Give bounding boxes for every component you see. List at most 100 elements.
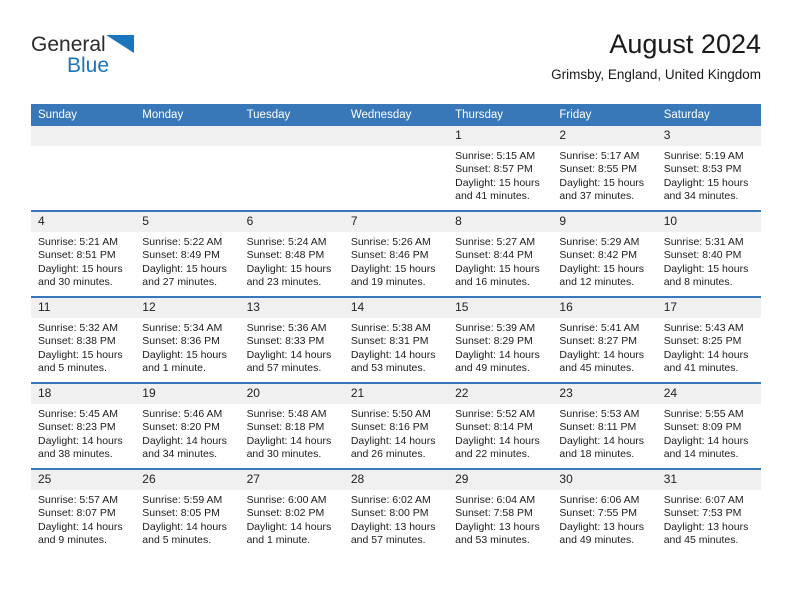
sunrise-time: Sunrise: 6:06 AM	[559, 494, 640, 506]
daylight-duration-line2: and 49 minutes.	[455, 361, 530, 374]
calendar-week-row: 1 Sunrise: 5:15 AM Sunset: 8:57 PM Daylight…	[31, 126, 761, 211]
calendar-day-cell[interactable]: 22 Sunrise: 5:52 AM Sunset: 8:14 PM Dayligh…	[448, 382, 553, 469]
calendar-day-cell[interactable]: 13 Sunrise: 5:36 AM Sunset: 8:33 PM Dayligh…	[239, 296, 344, 383]
daylight-duration-line2: and 16 minutes.	[455, 275, 530, 288]
day-number: 17	[656, 298, 761, 318]
weekday-header-friday: Friday	[552, 104, 657, 126]
sunrise-time: Sunrise: 5:57 AM	[38, 494, 118, 506]
day-number: 15	[448, 298, 553, 318]
sunrise-time: Sunrise: 6:07 AM	[663, 494, 744, 506]
daylight-duration-line2: and 30 minutes.	[38, 275, 113, 288]
daylight-duration-line1: Daylight: 14 hours	[246, 520, 332, 533]
calendar-day-cell[interactable]: 19 Sunrise: 5:46 AM Sunset: 8:20 PM Dayligh…	[135, 382, 240, 469]
day-details: Sunrise: 6:02 AM Sunset: 8:00 PM Daylight:…	[344, 490, 448, 547]
calendar-day-cell[interactable]: 21 Sunrise: 5:50 AM Sunset: 8:16 PM Dayligh…	[343, 382, 449, 469]
weekday-header-thursday: Thursday	[448, 104, 553, 126]
sunset-time: Sunset: 8:31 PM	[350, 335, 429, 348]
calendar-day-cell[interactable]: 3 Sunrise: 5:19 AM Sunset: 8:53 PM Daylight…	[656, 126, 761, 211]
calendar-day-cell[interactable]: 7 Sunrise: 5:26 AM Sunset: 8:46 PM Daylight…	[343, 210, 449, 297]
day-details: Sunrise: 5:22 AM Sunset: 8:49 PM Daylight:…	[135, 232, 239, 289]
calendar-day-cell[interactable]: 14 Sunrise: 5:38 AM Sunset: 8:31 PM Dayligh…	[343, 296, 449, 383]
sunrise-time: Sunrise: 5:38 AM	[350, 322, 431, 334]
sunset-time: Sunset: 8:51 PM	[38, 249, 116, 262]
sunset-time: Sunset: 8:09 PM	[663, 421, 742, 434]
sunrise-time: Sunrise: 5:53 AM	[559, 408, 640, 420]
day-number: 10	[656, 212, 761, 232]
daylight-duration-line1: Daylight: 14 hours	[38, 434, 123, 447]
day-number: 26	[135, 470, 240, 490]
calendar-day-cell[interactable]: 8 Sunrise: 5:27 AM Sunset: 8:44 PM Daylight…	[448, 210, 553, 297]
daylight-duration-line1: Daylight: 15 hours	[455, 176, 540, 189]
day-details: Sunrise: 5:52 AM Sunset: 8:14 PM Daylight:…	[448, 404, 552, 461]
calendar-day-cell[interactable]: 30 Sunrise: 6:06 AM Sunset: 7:55 PM Dayligh…	[552, 468, 657, 554]
calendar-day-cell[interactable]: 29 Sunrise: 6:04 AM Sunset: 7:58 PM Dayligh…	[448, 468, 553, 554]
day-details: Sunrise: 5:17 AM Sunset: 8:55 PM Daylight:…	[552, 146, 656, 203]
day-number: 8	[448, 212, 553, 232]
calendar-day-cell[interactable]: 17 Sunrise: 5:43 AM Sunset: 8:25 PM Dayligh…	[656, 296, 761, 383]
brand-logo[interactable]: General Blue	[31, 34, 251, 76]
day-details: Sunrise: 6:07 AM Sunset: 7:53 PM Daylight:…	[657, 490, 761, 547]
sunset-time: Sunset: 8:16 PM	[350, 421, 429, 434]
calendar-day-cell[interactable]: 1 Sunrise: 5:15 AM Sunset: 8:57 PM Daylight…	[448, 126, 553, 211]
daylight-duration-line1: Daylight: 14 hours	[559, 434, 645, 447]
calendar-day-cell[interactable]: 5 Sunrise: 5:22 AM Sunset: 8:49 PM Daylight…	[135, 210, 240, 297]
day-number: 3	[656, 126, 761, 146]
daylight-duration-line1: Daylight: 13 hours	[559, 520, 645, 533]
day-number: 5	[135, 212, 240, 232]
page-title: August 2024	[609, 29, 761, 59]
calendar-day-cell[interactable]: 27 Sunrise: 6:00 AM Sunset: 8:02 PM Dayligh…	[239, 468, 344, 554]
title-block: August 2024 Grimsby, England, United Kin…	[551, 28, 761, 84]
calendar-day-cell[interactable]: 11 Sunrise: 5:32 AM Sunset: 8:38 PM Dayligh…	[31, 296, 136, 383]
calendar-day-cell[interactable]: 16 Sunrise: 5:41 AM Sunset: 8:27 PM Dayligh…	[552, 296, 657, 383]
sunset-time: Sunset: 8:48 PM	[246, 249, 325, 262]
day-details: Sunrise: 5:43 AM Sunset: 8:25 PM Daylight:…	[657, 318, 761, 375]
sunrise-time: Sunrise: 5:24 AM	[246, 236, 327, 248]
day-number: 23	[552, 384, 657, 404]
calendar-day-cell[interactable]: 31 Sunrise: 6:07 AM Sunset: 7:53 PM Dayligh…	[656, 468, 761, 554]
sunset-time: Sunset: 8:38 PM	[38, 335, 116, 348]
daylight-duration-line1: Daylight: 13 hours	[350, 520, 436, 533]
day-details: Sunrise: 6:00 AM Sunset: 8:02 PM Daylight:…	[240, 490, 344, 547]
calendar-day-cell[interactable]: 18 Sunrise: 5:45 AM Sunset: 8:23 PM Dayligh…	[31, 382, 136, 469]
day-number: 31	[656, 470, 761, 490]
day-details: Sunrise: 5:26 AM Sunset: 8:46 PM Daylight:…	[344, 232, 448, 289]
weekday-header-monday: Monday	[135, 104, 240, 126]
calendar-day-cell[interactable]: 28 Sunrise: 6:02 AM Sunset: 8:00 PM Dayligh…	[343, 468, 449, 554]
sunrise-time: Sunrise: 5:48 AM	[246, 408, 327, 420]
calendar-day-cell[interactable]: 2 Sunrise: 5:17 AM Sunset: 8:55 PM Daylight…	[552, 126, 657, 211]
day-details: Sunrise: 5:29 AM Sunset: 8:42 PM Daylight:…	[552, 232, 656, 289]
daylight-duration-line2: and 23 minutes.	[246, 275, 322, 288]
daylight-duration-line2: and 38 minutes.	[38, 447, 113, 460]
calendar-day-cell[interactable]: 23 Sunrise: 5:53 AM Sunset: 8:11 PM Dayligh…	[552, 382, 657, 469]
day-details: Sunrise: 5:32 AM Sunset: 8:38 PM Daylight:…	[31, 318, 135, 375]
day-number	[135, 126, 240, 146]
day-details: Sunrise: 5:48 AM Sunset: 8:18 PM Daylight:…	[240, 404, 344, 461]
calendar-day-cell[interactable]: 9 Sunrise: 5:29 AM Sunset: 8:42 PM Daylight…	[552, 210, 657, 297]
sunset-time: Sunset: 8:55 PM	[559, 163, 638, 176]
sunset-time: Sunset: 8:05 PM	[142, 507, 220, 520]
calendar-day-cell[interactable]: 10 Sunrise: 5:31 AM Sunset: 8:40 PM Dayligh…	[656, 210, 761, 297]
day-details: Sunrise: 5:59 AM Sunset: 8:05 PM Daylight:…	[135, 490, 239, 547]
daylight-duration-line2: and 26 minutes.	[350, 447, 426, 460]
daylight-duration-line1: Daylight: 15 hours	[559, 176, 645, 189]
calendar-day-cell[interactable]: 12 Sunrise: 5:34 AM Sunset: 8:36 PM Dayligh…	[135, 296, 240, 383]
sunrise-time: Sunrise: 5:34 AM	[142, 322, 223, 334]
daylight-duration-line1: Daylight: 15 hours	[142, 262, 227, 275]
calendar-day-cell[interactable]: 26 Sunrise: 5:59 AM Sunset: 8:05 PM Dayligh…	[135, 468, 240, 554]
calendar-day-cell[interactable]: 24 Sunrise: 5:55 AM Sunset: 8:09 PM Dayligh…	[656, 382, 761, 469]
daylight-duration-line2: and 22 minutes.	[455, 447, 530, 460]
daylight-duration-line1: Daylight: 14 hours	[142, 434, 227, 447]
sunset-time: Sunset: 8:07 PM	[38, 507, 116, 520]
sunset-time: Sunset: 8:18 PM	[246, 421, 325, 434]
sunrise-time: Sunrise: 5:17 AM	[559, 150, 640, 162]
calendar-day-cell[interactable]: 20 Sunrise: 5:48 AM Sunset: 8:18 PM Dayligh…	[239, 382, 344, 469]
calendar-day-cell[interactable]: 6 Sunrise: 5:24 AM Sunset: 8:48 PM Daylight…	[239, 210, 344, 297]
calendar-day-cell[interactable]: 4 Sunrise: 5:21 AM Sunset: 8:51 PM Daylight…	[31, 210, 136, 297]
calendar-cell-empty	[31, 126, 136, 211]
daylight-duration-line2: and 37 minutes.	[559, 189, 635, 202]
calendar-day-cell[interactable]: 15 Sunrise: 5:39 AM Sunset: 8:29 PM Dayligh…	[448, 296, 553, 383]
day-details: Sunrise: 5:46 AM Sunset: 8:20 PM Daylight:…	[135, 404, 239, 461]
day-number: 16	[552, 298, 657, 318]
calendar-day-cell[interactable]: 25 Sunrise: 5:57 AM Sunset: 8:07 PM Dayligh…	[31, 468, 136, 554]
daylight-duration-line1: Daylight: 13 hours	[663, 520, 749, 533]
